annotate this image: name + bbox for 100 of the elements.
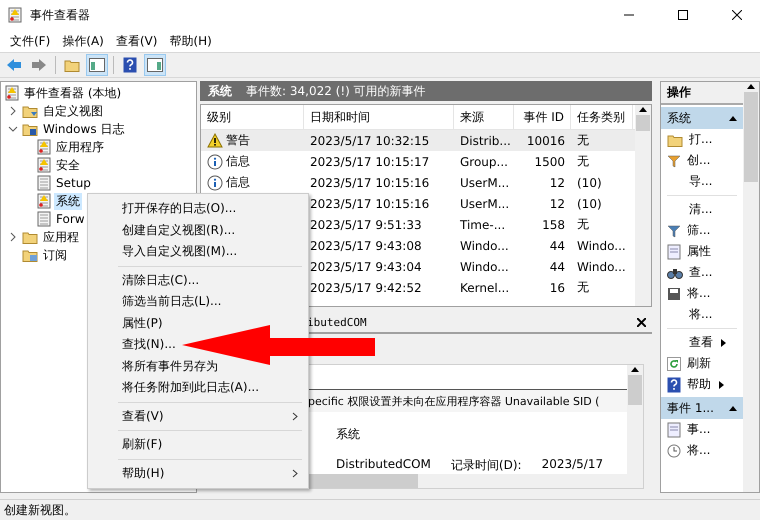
collapse-icon [729, 404, 737, 412]
section-header[interactable]: 系统 [661, 107, 743, 129]
action-item[interactable]: 将... [687, 442, 710, 459]
folder-icon [667, 132, 683, 146]
event-id-text: 44 [550, 260, 565, 274]
logged-label: 记录时间(D): [450, 457, 522, 474]
show-actions-button[interactable] [144, 54, 166, 76]
action-item[interactable]: 帮助 [687, 376, 711, 393]
forward-arrow-icon [31, 58, 47, 72]
action-item[interactable]: 导... [689, 173, 712, 190]
action-item[interactable]: 查看 [689, 334, 713, 351]
log-icon [37, 157, 51, 173]
action-item[interactable]: 将... [689, 306, 712, 323]
task-category-text: Windo... [577, 238, 626, 253]
level-text: 警告 [226, 132, 250, 150]
action-item[interactable]: 打... [689, 131, 712, 148]
tree-item[interactable]: 应用程序 [54, 138, 106, 156]
logged-value: 2023/5/17 [542, 457, 604, 473]
tree-item[interactable]: 自定义视图 [41, 102, 105, 120]
context-menu-item[interactable]: 清除日志(C)... [122, 272, 200, 289]
collapse-icon [729, 114, 737, 122]
menu-item[interactable]: 查看(V) [110, 32, 164, 50]
collapse-icon [631, 365, 639, 373]
action-item[interactable]: 创... [687, 152, 710, 169]
column-header[interactable]: 来源 [454, 105, 514, 130]
scrollbar[interactable] [627, 365, 643, 488]
context-menu-item[interactable]: 属性(P) [122, 314, 163, 332]
folder-icon [22, 230, 38, 244]
event-id-text: 12 [550, 176, 565, 190]
column-header[interactable]: 级别 [201, 105, 304, 130]
pane-icon [147, 58, 163, 72]
task-category-text: Windo... [577, 260, 626, 274]
event-id-text: 44 [550, 238, 565, 253]
event-count: 事件数: 34,022 (!) 可用的新事件 [246, 82, 426, 100]
source-text: Distrib... [460, 134, 511, 148]
menu-item[interactable]: 帮助(H) [163, 32, 218, 50]
context-menu-item[interactable]: 查找(N)... [122, 336, 176, 354]
event-id-text: 12 [550, 196, 565, 211]
date-text: 2023/5/17 9:51:33 [310, 218, 422, 232]
source-text: Windo... [460, 260, 509, 274]
level-text: 信息 [226, 174, 250, 192]
folder-icon [64, 58, 80, 72]
source-text: Kernel... [460, 280, 510, 295]
task-category-text: 无 [577, 279, 589, 296]
column-header[interactable]: 日期和时间 [304, 105, 454, 130]
close-icon[interactable] [637, 318, 646, 326]
tree-item[interactable]: 应用程 [41, 228, 81, 246]
column-header[interactable]: 事件 ID [514, 105, 571, 130]
context-menu-item[interactable]: 查看(V) [122, 408, 164, 425]
menu-item[interactable]: 操作(A) [56, 32, 110, 50]
column-header[interactable]: 任务类别 [571, 105, 633, 130]
tree-item[interactable]: 事件查看器 (本地) [22, 84, 124, 102]
folder-icon [22, 248, 38, 262]
app-icon [8, 7, 22, 23]
context-menu-item[interactable]: 帮助(H) [122, 464, 164, 482]
scrollbar-thumb[interactable] [744, 92, 758, 182]
context-menu-item[interactable]: 将所有事件另存为 [122, 358, 218, 375]
show-tree-button[interactable] [86, 54, 108, 76]
action-item[interactable]: 刷新 [687, 355, 711, 372]
action-item[interactable]: 属性 [687, 243, 711, 260]
source-text: Group... [460, 154, 508, 169]
source-text: Windo... [460, 238, 509, 253]
task-category-text: 无 [577, 153, 589, 170]
action-item[interactable]: 事... [687, 421, 710, 438]
tree-item[interactable]: Forw [54, 212, 87, 226]
event-row[interactable]: 警告 2023/5/17 10:32:15 Distrib... 10016 无 [201, 130, 635, 152]
log-icon [37, 193, 51, 209]
section-header[interactable]: 事件 1... [661, 397, 743, 419]
collapse-icon [639, 105, 647, 114]
tree-item[interactable]: 订阅 [41, 246, 69, 264]
warning-icon [207, 133, 223, 148]
tree-item[interactable]: Windows 日志 [41, 120, 126, 138]
filter-icon [667, 224, 681, 238]
event-title: ibutedCOM [307, 316, 367, 328]
action-item[interactable]: 查... [689, 264, 712, 281]
info-icon [207, 174, 223, 191]
help-icon [667, 376, 681, 392]
menu-item[interactable]: 文件(F) [4, 32, 56, 50]
tree-item[interactable]: Setup [54, 176, 93, 190]
scrollbar[interactable] [743, 82, 759, 492]
source-text: Time-... [460, 218, 506, 232]
event-id-text: 10016 [526, 134, 565, 148]
maximize-icon [678, 10, 688, 20]
actions-title: 操作 [661, 82, 743, 105]
tree-item[interactable]: 安全 [54, 156, 82, 174]
tree-item[interactable]: 系统 [54, 192, 82, 210]
task-category-text: (10) [577, 196, 602, 211]
level-text: 信息 [226, 153, 250, 170]
document-icon [667, 244, 681, 260]
action-item[interactable]: 筛... [687, 222, 710, 239]
action-item[interactable]: 清... [689, 201, 712, 218]
scrollbar-thumb[interactable] [636, 115, 650, 132]
context-menu-item[interactable]: 刷新(F) [122, 436, 162, 454]
scrollbar-thumb[interactable] [628, 375, 642, 405]
scrollbar[interactable] [635, 105, 651, 306]
date-text: 2023/5/17 9:43:04 [310, 260, 422, 274]
date-text: 2023/5/17 10:32:15 [310, 134, 430, 148]
action-item[interactable]: 将... [687, 285, 710, 302]
event-id-text: 16 [550, 280, 565, 295]
help-icon [123, 57, 137, 73]
